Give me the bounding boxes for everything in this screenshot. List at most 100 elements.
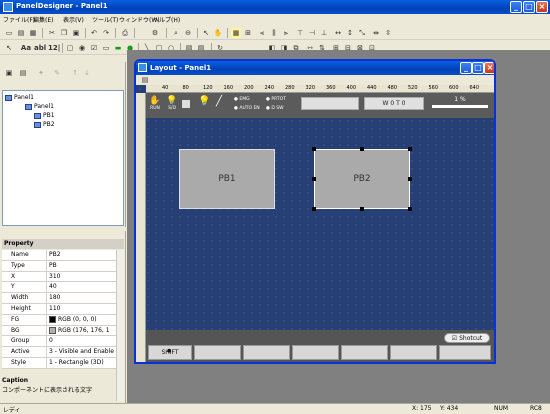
copy-icon[interactable]: ❐: [59, 28, 69, 38]
option-icon[interactable]: ◉: [77, 43, 87, 53]
property-row[interactable]: BG RGB (176, 176, 1: [2, 325, 116, 337]
undo-icon[interactable]: ↶: [89, 28, 99, 38]
layout-minimize-button[interactable]: _: [460, 62, 472, 74]
menu-view[interactable]: 表示(V): [63, 15, 84, 24]
menu-help[interactable]: ヘルプ(H): [153, 15, 180, 24]
open-icon[interactable]: ▤: [16, 28, 26, 38]
text-12-button[interactable]: 12|: [48, 43, 60, 53]
property-row[interactable]: X 310: [2, 271, 116, 283]
page-icon[interactable]: ▤: [140, 75, 150, 85]
property-row[interactable]: Width 180: [2, 293, 116, 304]
property-row[interactable]: Active 3 - Visible and Enable: [2, 347, 116, 358]
align-left-icon[interactable]: ⫷: [257, 28, 267, 38]
property-row[interactable]: Type PB: [2, 260, 116, 272]
frame-icon[interactable]: ▢: [65, 43, 75, 53]
property-value[interactable]: 40: [47, 282, 116, 292]
tree-move-icon[interactable]: ✦: [36, 68, 46, 78]
align-top-icon[interactable]: ⊤: [295, 28, 305, 38]
vspace-icon[interactable]: ⇳: [383, 28, 393, 38]
shift-button[interactable]: ● SHIFT: [148, 345, 192, 360]
close-button[interactable]: ×: [536, 1, 548, 13]
maximize-button[interactable]: □: [523, 1, 535, 13]
tree-view-icon[interactable]: ▤: [18, 68, 28, 78]
resize-handle[interactable]: [408, 177, 412, 181]
property-value[interactable]: 0: [47, 336, 116, 346]
func-button-4[interactable]: [341, 345, 388, 360]
property-value[interactable]: 310: [47, 272, 116, 282]
shotcut-checkbox[interactable]: ☑ Shotcut: [444, 333, 490, 343]
select-arrow-icon[interactable]: ↖: [201, 28, 211, 38]
property-value[interactable]: 1 - Rectangle (3D): [47, 358, 116, 368]
property-row[interactable]: Group 0: [2, 336, 116, 348]
resize-handle[interactable]: [408, 147, 412, 151]
print-icon[interactable]: ⎙: [120, 28, 130, 38]
design-canvas[interactable]: 40 80 120 160 200 240 280 320 360 400 440 480 520 560…: [136, 85, 494, 362]
align-bottom-icon[interactable]: ⊥: [319, 28, 329, 38]
resize-handle[interactable]: [360, 147, 364, 151]
property-value[interactable]: PB: [47, 261, 116, 271]
func-button-6[interactable]: [439, 345, 491, 360]
align-right-icon[interactable]: ⫸: [281, 28, 291, 38]
pb2-button[interactable]: PB2: [314, 149, 410, 209]
hand-icon[interactable]: ✋: [213, 28, 223, 38]
align-center-icon[interactable]: ⫼: [269, 28, 279, 38]
move-down-icon[interactable]: ↓: [82, 68, 92, 78]
property-row[interactable]: Style 1 - Rectangle (3D): [2, 357, 116, 369]
property-value[interactable]: PB2: [47, 250, 116, 260]
menu-file[interactable]: ファイル(F): [3, 15, 35, 24]
menu-tools[interactable]: ツール(T): [92, 15, 118, 24]
paste-icon[interactable]: ▣: [71, 28, 81, 38]
property-value[interactable]: 3 - Visible and Enable: [47, 347, 116, 357]
resize-handle[interactable]: [360, 207, 364, 211]
pointer-icon[interactable]: ↖: [4, 43, 14, 53]
tree-item-pb2[interactable]: PB2: [34, 121, 55, 128]
property-value[interactable]: RGB (176, 176, 1: [47, 326, 116, 336]
align-middle-icon[interactable]: ⊣: [307, 28, 317, 38]
tree-edit-icon[interactable]: ✎: [52, 68, 62, 78]
property-row[interactable]: Y 40: [2, 282, 116, 294]
property-value[interactable]: 180: [47, 293, 116, 303]
property-row[interactable]: FG RGB (0, 0, 0): [2, 314, 116, 326]
text-aa-button[interactable]: Aa: [20, 43, 32, 53]
property-scrollbar[interactable]: [116, 250, 124, 401]
lamp-icon[interactable]: 💡: [198, 96, 210, 107]
func-button-5[interactable]: [390, 345, 437, 360]
property-value[interactable]: 110: [47, 304, 116, 314]
same-size-icon[interactable]: ⤡: [357, 28, 367, 38]
layout-maximize-button[interactable]: □: [472, 62, 484, 74]
redo-icon[interactable]: ↷: [101, 28, 111, 38]
hspace-icon[interactable]: ⇹: [371, 28, 381, 38]
resize-handle[interactable]: [408, 207, 412, 211]
tree-tab-icon[interactable]: ▣: [4, 68, 14, 78]
resize-handle[interactable]: [312, 207, 316, 211]
cut-icon[interactable]: ✂: [47, 28, 57, 38]
func-button-3[interactable]: [292, 345, 339, 360]
zoom-out-icon[interactable]: ⊖: [183, 28, 193, 38]
func-button-1[interactable]: [194, 345, 241, 360]
grid-icon[interactable]: ▦: [231, 28, 241, 38]
func-button-2[interactable]: [243, 345, 290, 360]
property-value[interactable]: RGB (0, 0, 0): [47, 315, 116, 325]
snap-icon[interactable]: ⊞: [243, 28, 253, 38]
text-abl-button[interactable]: abl: [34, 43, 46, 53]
property-row[interactable]: Name PB2: [2, 250, 116, 261]
move-up-icon[interactable]: ↑: [70, 68, 80, 78]
pb1-button[interactable]: PB1: [179, 149, 275, 209]
tree-item-pb1[interactable]: PB1: [34, 112, 55, 119]
minimize-button[interactable]: _: [510, 1, 522, 13]
checkbox-icon[interactable]: ☑: [89, 43, 99, 53]
save-icon[interactable]: ▦: [28, 28, 38, 38]
pen-icon[interactable]: ╱: [216, 96, 222, 107]
menu-edit[interactable]: 編集(E): [33, 15, 53, 24]
tree-root[interactable]: Panel1: [5, 94, 34, 101]
blank-button[interactable]: [301, 97, 359, 110]
same-width-icon[interactable]: ↔: [333, 28, 343, 38]
run-icon[interactable]: ✋ RUN: [149, 96, 161, 111]
tree-panel[interactable]: Panel1: [25, 103, 54, 110]
zoom-icon[interactable]: ⌕: [171, 28, 181, 38]
stop-icon[interactable]: [182, 100, 190, 108]
resize-handle[interactable]: [312, 147, 316, 151]
build-icon[interactable]: ⚙: [150, 28, 160, 38]
resize-handle[interactable]: [312, 177, 316, 181]
new-icon[interactable]: ▭: [4, 28, 14, 38]
